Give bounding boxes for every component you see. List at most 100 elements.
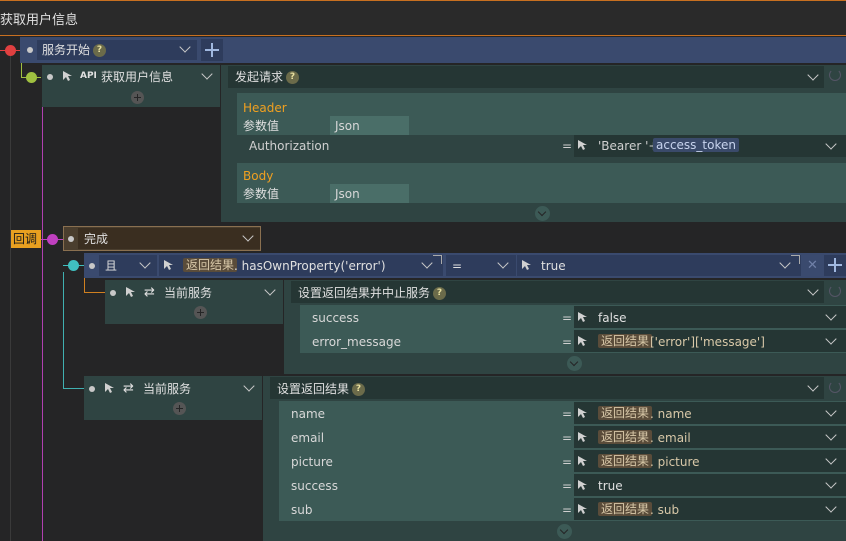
assign-key: error_message <box>312 335 401 349</box>
refresh-icon[interactable] <box>829 381 841 393</box>
compare-op: = <box>452 259 463 273</box>
expand-corner-icon[interactable] <box>433 255 442 264</box>
assign-value-suffix: . sub <box>650 503 680 517</box>
help-icon[interactable]: ? <box>352 383 365 396</box>
header-param-label: 参数值 <box>243 119 280 133</box>
help-icon[interactable]: ? <box>93 44 106 57</box>
body-param-label: 参数值 <box>243 187 280 201</box>
service-start-label: 服务开始 <box>42 43 91 57</box>
equals-sign: = <box>562 407 573 421</box>
start-node-dot[interactable] <box>5 45 16 56</box>
equals-sign: = <box>562 431 573 445</box>
body-param-type: Json <box>335 187 360 201</box>
pointer-icon[interactable] <box>577 431 589 443</box>
drag-handle[interactable] <box>47 74 53 80</box>
tree-line-orange-h <box>84 292 106 293</box>
pointer-icon[interactable] <box>521 259 533 271</box>
drag-handle[interactable] <box>89 386 95 392</box>
equals-sign: = <box>562 311 573 325</box>
assign-key: email <box>291 431 325 445</box>
pointer-icon[interactable] <box>577 503 589 515</box>
callback-tag: 回调 <box>13 232 38 246</box>
callback-label: 完成 <box>84 232 109 246</box>
branch1-action: 设置返回结果并中止服务 <box>298 286 431 300</box>
assign-key: name <box>291 407 326 421</box>
swap-icon: ⇄ <box>144 285 155 300</box>
assign-value: true <box>598 479 623 493</box>
assign-value-var: 返回结果 <box>598 502 653 516</box>
assign-value-suffix: . email <box>650 431 691 445</box>
add-child-button[interactable] <box>194 306 207 319</box>
body-section <box>237 163 846 203</box>
drag-handle[interactable] <box>27 47 33 53</box>
refresh-icon[interactable] <box>829 69 841 81</box>
close-icon[interactable]: ✕ <box>807 259 818 272</box>
assign-value-suffix: . picture <box>650 455 700 469</box>
pointer-icon[interactable] <box>62 70 74 82</box>
action-select[interactable] <box>228 66 824 88</box>
assign-value-suffix: ['error']['message'] <box>650 335 765 349</box>
callback-node-dot[interactable] <box>47 234 58 245</box>
pointer-icon[interactable] <box>577 335 589 347</box>
add-child-button[interactable] <box>173 402 186 415</box>
api-badge: API <box>80 71 97 81</box>
expand-icon[interactable] <box>535 206 550 221</box>
pointer-icon[interactable] <box>104 382 116 394</box>
assign-value-suffix: . name <box>650 407 692 421</box>
auth-key: Authorization <box>249 139 330 153</box>
pointer-icon[interactable] <box>577 479 589 491</box>
pointer-icon[interactable] <box>577 311 589 323</box>
branch2-node-label: 当前服务 <box>143 382 192 396</box>
refresh-icon[interactable] <box>829 285 841 297</box>
drag-handle[interactable] <box>68 236 74 242</box>
logic-op: 且 <box>105 259 118 273</box>
plus-icon-v <box>211 43 213 57</box>
tree-line-green <box>21 62 22 77</box>
assign-value-var: 返回结果 <box>598 406 653 420</box>
drag-handle[interactable] <box>110 290 116 296</box>
api-node-label: 获取用户信息 <box>101 70 174 84</box>
cond-node-dot[interactable] <box>68 260 79 271</box>
expand-corner-icon[interactable] <box>791 255 800 264</box>
header-title: Header <box>243 101 287 115</box>
tree-line-cyan-h <box>63 388 85 389</box>
assign-value: false <box>598 311 627 325</box>
add-child-button[interactable] <box>131 91 144 104</box>
equals-sign: = <box>562 139 573 153</box>
pointer-icon[interactable] <box>163 259 175 271</box>
pointer-icon[interactable] <box>125 286 137 298</box>
branch2-action: 设置返回结果 <box>277 382 350 396</box>
assign-key: sub <box>291 503 313 517</box>
action-label: 发起请求 <box>235 70 284 84</box>
tree-line-magenta <box>42 85 43 541</box>
equals-sign: = <box>562 503 573 517</box>
assign-key: success <box>291 479 338 493</box>
condition-left-method: . hasOwnProperty('error') <box>234 259 386 273</box>
pointer-icon[interactable] <box>577 455 589 467</box>
condition-right-value: true <box>541 259 566 273</box>
pointer-icon[interactable] <box>577 407 589 419</box>
auth-value-prefix: 'Bearer '+ <box>598 139 659 153</box>
body-title: Body <box>243 169 274 183</box>
tree-line-red <box>10 55 11 541</box>
assign-key: success <box>312 311 359 325</box>
assign-value-var: 返回结果 <box>598 430 653 444</box>
plus-icon-v <box>834 258 836 272</box>
drag-handle[interactable] <box>89 263 95 269</box>
title-bar <box>0 0 846 36</box>
equals-sign: = <box>562 479 573 493</box>
equals-sign: = <box>562 455 573 469</box>
assign-key: picture <box>291 455 333 469</box>
tree-line-cyan <box>63 272 64 389</box>
equals-sign: = <box>562 335 573 349</box>
header-param-type: Json <box>335 119 360 133</box>
pointer-icon[interactable] <box>577 139 589 151</box>
expand-icon[interactable] <box>567 356 582 371</box>
api-node-dot[interactable] <box>26 72 37 83</box>
swap-icon: ⇄ <box>123 381 134 396</box>
page-title: 获取用户信息 <box>0 13 79 28</box>
branch1-node-label: 当前服务 <box>164 286 213 300</box>
help-icon[interactable]: ? <box>433 287 446 300</box>
help-icon[interactable]: ? <box>286 71 299 84</box>
expand-icon[interactable] <box>557 524 572 539</box>
